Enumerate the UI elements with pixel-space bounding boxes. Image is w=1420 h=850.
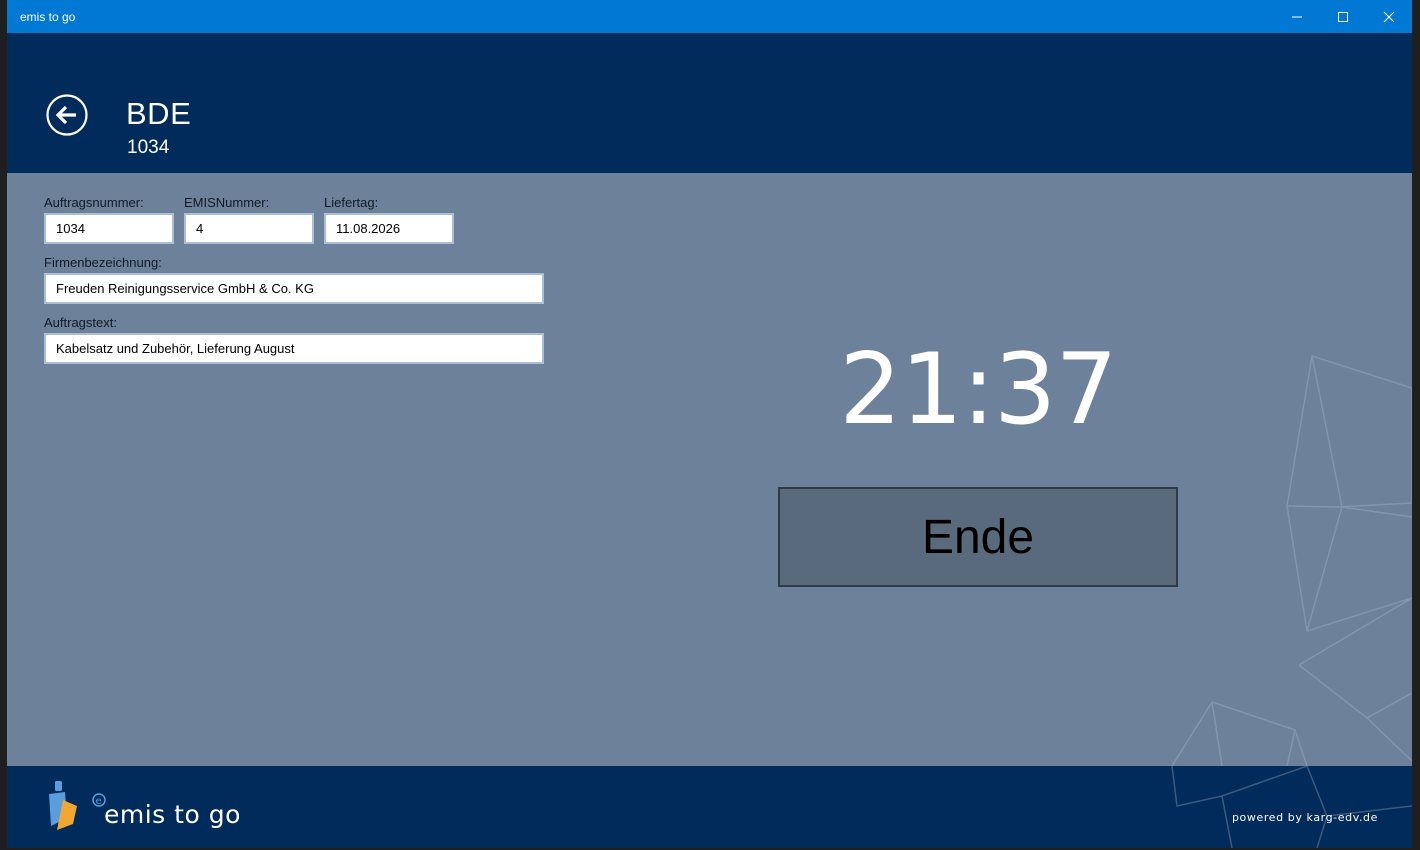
emis-logo-icon: e <box>49 781 106 830</box>
emisnummer-field[interactable] <box>184 213 314 244</box>
auftragstext-field[interactable] <box>44 333 544 364</box>
firmenbezeichnung-label: Firmenbezeichnung: <box>44 255 162 270</box>
maximize-button[interactable] <box>1320 0 1366 33</box>
powered-by-text: powered by karg-edv.de <box>1231 811 1378 824</box>
maximize-icon <box>1338 11 1348 22</box>
window-title: emis to go <box>20 10 76 24</box>
page-header: BDE 1034 <box>7 33 1412 173</box>
auftragstext-label: Auftragstext: <box>44 315 117 330</box>
svg-text:e: e <box>96 796 102 807</box>
back-button[interactable] <box>45 93 89 137</box>
liefertag-field[interactable] <box>324 213 454 244</box>
close-button[interactable] <box>1366 0 1412 33</box>
auftragsnummer-field[interactable] <box>44 213 174 244</box>
emisnummer-label: EMISNummer: <box>184 195 270 210</box>
end-button[interactable]: Ende <box>778 487 1178 587</box>
auftragsnummer-label: Auftragsnummer: <box>44 195 144 210</box>
background-decoration <box>1171 355 1412 766</box>
back-arrow-icon <box>46 94 88 136</box>
close-icon <box>1383 11 1395 22</box>
app-window: emis to go BDE 1034 Auftragsnummer: 1034… <box>7 0 1412 848</box>
page-subtitle: 1034 <box>127 137 170 158</box>
logo-text: emis to go <box>104 800 241 829</box>
liefertag-label: Liefertag: <box>324 195 379 210</box>
minimize-icon <box>1292 16 1302 17</box>
content-area: Auftragsnummer: EMISNummer: Liefertag: F… <box>7 173 1412 766</box>
page-title: BDE <box>126 96 192 131</box>
firmenbezeichnung-field[interactable] <box>44 273 544 304</box>
minimize-button[interactable] <box>1274 0 1320 33</box>
footer: e emis to go powered by karg-edv.de <box>7 766 1412 848</box>
clock-display: 21:37 <box>839 333 1117 447</box>
title-bar[interactable]: emis to go <box>7 0 1412 33</box>
